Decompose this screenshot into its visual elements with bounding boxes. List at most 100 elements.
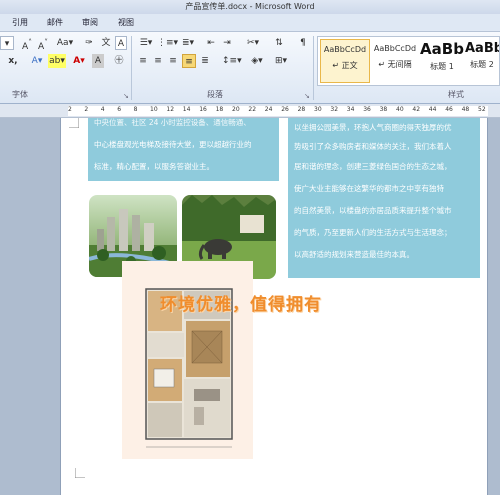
font-group-label: 字体 bbox=[12, 90, 28, 99]
slogan-text: 环境优雅，值得拥有 bbox=[160, 295, 322, 315]
text-line: 使广大业主能够在这繁华的都市之中享有独特 bbox=[294, 184, 444, 193]
ruler-number: 2 bbox=[68, 106, 72, 113]
decrease-indent-icon[interactable]: ⇤ bbox=[204, 36, 218, 50]
tab-references[interactable]: 引用 bbox=[12, 17, 28, 28]
ruler-number: 24 bbox=[264, 106, 273, 113]
tab-review[interactable]: 审阅 bbox=[82, 17, 98, 28]
ruler-number: 10 bbox=[150, 106, 158, 113]
text-line: 中心楼盘观光电梯及接待大堂，更以超越行业的 bbox=[94, 140, 252, 149]
styles-gallery: AaBbCcDd ↵ 正文 AaBbCcDd ↵ 无间隔 AaBb 标题 1 A… bbox=[317, 36, 500, 86]
borders-icon[interactable]: ⊞▾ bbox=[272, 54, 290, 68]
bullets-icon[interactable]: ☰▾ bbox=[137, 36, 155, 50]
tab-mailings[interactable]: 邮件 bbox=[47, 17, 63, 28]
font-size-dropdown[interactable]: ▾ bbox=[0, 36, 14, 50]
change-case-icon[interactable]: Aa▾ bbox=[56, 36, 74, 50]
style-preview: AaBb bbox=[420, 40, 464, 58]
style-name: ↵ 无间隔 bbox=[378, 60, 412, 69]
phonetic-guide-icon[interactable]: 文 bbox=[99, 36, 113, 50]
text-line: 标准，精心配置，以服务答谢业主。 bbox=[94, 162, 214, 171]
char-border-icon[interactable]: A bbox=[115, 36, 127, 50]
increase-indent-icon[interactable]: ⇥ bbox=[220, 36, 234, 50]
line-spacing-icon[interactable]: ↕≡▾ bbox=[222, 54, 242, 68]
style-name: ↵ 正文 bbox=[332, 61, 358, 70]
separator bbox=[313, 36, 314, 100]
ruler-number: 46 bbox=[445, 106, 453, 113]
ruler-number: 48 bbox=[461, 106, 470, 113]
watermark-sub: jingyan.baidu.com bbox=[390, 467, 455, 475]
sort-icon[interactable]: ⇅ bbox=[272, 36, 286, 50]
window-title: 产品宣传单.docx - Microsoft Word bbox=[0, 0, 500, 14]
font-dialog-launcher-icon[interactable]: ↘ bbox=[123, 92, 129, 100]
ribbon-tab-bar: 引用 邮件 审阅 视图 bbox=[0, 14, 500, 32]
ruler-number: 52 bbox=[478, 106, 486, 113]
ruler-number: 44 bbox=[428, 106, 437, 113]
ruler-number: 16 bbox=[199, 106, 207, 113]
right-textbox[interactable]: 以坐拥公园美景，环抱人气商圈的得天独厚的优 势吸引了众多购房者和媒体的关注，我们… bbox=[288, 118, 480, 278]
show-marks-icon[interactable]: ¶ bbox=[296, 36, 310, 50]
align-left-icon[interactable]: ≡ bbox=[137, 54, 149, 68]
margin-corner-icon bbox=[69, 118, 79, 128]
text-line: 以坐拥公园美景，环抱人气商圈的得天独厚的优 bbox=[294, 123, 452, 132]
ruler-number: 26 bbox=[281, 106, 289, 113]
chinese-layout-icon[interactable]: ✂▾ bbox=[244, 36, 262, 50]
text-line: 势吸引了众多购房者和媒体的关注，我们本着人 bbox=[294, 142, 452, 151]
document-page[interactable]: 中央位置、社区 24 小时监控设备、通信畅通、 中心楼盘观光电梯及接待大堂，更以… bbox=[60, 118, 488, 495]
ruler-number: 20 bbox=[232, 106, 240, 113]
left-textbox[interactable]: 中央位置、社区 24 小时监控设备、通信畅通、 中心楼盘观光电梯及接待大堂，更以… bbox=[88, 118, 279, 181]
style-heading-2[interactable]: AaBb 标题 2 bbox=[465, 39, 499, 83]
font-color-icon[interactable]: A▾ bbox=[72, 54, 86, 68]
align-center-icon[interactable]: ≡ bbox=[152, 54, 164, 68]
horizontal-ruler[interactable]: 2 2 4 6 8 10 12 14 16 18 20 22 24 26 28 30 32 34 36 38 40 42 4… bbox=[0, 104, 500, 118]
shrink-font-icon[interactable]: A˅ bbox=[36, 36, 50, 52]
margin-corner-icon bbox=[75, 468, 85, 478]
ruler-number: 18 bbox=[215, 106, 224, 113]
text-line: 的气质，乃至更新人们的生活方式与生活理念； bbox=[294, 228, 452, 237]
ruler-number: 40 bbox=[396, 106, 404, 113]
text-line: 中央位置、社区 24 小时监控设备、通信畅通、 bbox=[94, 118, 251, 127]
text-line: 的自然美景，以楼盘的亦居品质来提升整个城市 bbox=[294, 206, 452, 215]
style-preview: AaBbCcDd bbox=[373, 44, 417, 53]
document-canvas: 中央位置、社区 24 小时监控设备、通信畅通、 中心楼盘观光电梯及接待大堂，更以… bbox=[0, 118, 500, 495]
ruler-number: 8 bbox=[133, 106, 138, 113]
ruler-number: 38 bbox=[379, 106, 388, 113]
ribbon: ▾ A˄ A˅ Aa▾ ✑ 文 A x, A▾ ab▾ A▾ A ㊉ 字体 ↘ … bbox=[0, 32, 500, 104]
paragraph-group-label: 段落 bbox=[207, 90, 223, 99]
ruler-number: 34 bbox=[346, 106, 355, 113]
clear-format-icon[interactable]: ✑ bbox=[82, 36, 96, 50]
subscript-icon[interactable]: x, bbox=[6, 54, 20, 68]
style-preview: AaBb bbox=[465, 41, 499, 56]
distributed-icon[interactable]: ≣ bbox=[199, 54, 211, 68]
justify-icon[interactable]: ≡ bbox=[182, 54, 196, 68]
style-name: 标题 1 bbox=[430, 62, 454, 71]
shading-icon[interactable]: ◈▾ bbox=[248, 54, 266, 68]
numbering-icon[interactable]: ⋮≡▾ bbox=[157, 36, 178, 50]
ruler-number: 2 bbox=[84, 106, 89, 113]
highlight-icon[interactable]: ab▾ bbox=[48, 54, 66, 68]
ruler-number: 6 bbox=[117, 106, 122, 113]
ruler-number: 36 bbox=[363, 106, 371, 113]
char-shading-icon[interactable]: A bbox=[92, 54, 104, 68]
style-heading-1[interactable]: AaBb 标题 1 bbox=[419, 39, 465, 83]
ruler-number: 28 bbox=[297, 106, 306, 113]
multilevel-list-icon[interactable]: ≣▾ bbox=[179, 36, 197, 50]
ruler-number: 4 bbox=[100, 106, 105, 113]
ruler-number: 14 bbox=[182, 106, 191, 113]
ruler-number: 12 bbox=[166, 106, 175, 113]
tab-view[interactable]: 视图 bbox=[118, 17, 134, 28]
enclose-char-icon[interactable]: ㊉ bbox=[112, 54, 126, 68]
align-right-icon[interactable]: ≡ bbox=[167, 54, 179, 68]
style-preview: AaBbCcDd bbox=[323, 45, 367, 54]
paragraph-dialog-launcher-icon[interactable]: ↘ bbox=[304, 92, 310, 100]
style-normal[interactable]: AaBbCcDd ↵ 正文 bbox=[320, 39, 370, 83]
styles-group-label: 样式 bbox=[448, 90, 464, 99]
separator bbox=[131, 36, 132, 100]
watermark-text: Baidu经验 bbox=[390, 452, 458, 467]
ruler-number: 32 bbox=[330, 106, 339, 113]
style-no-spacing[interactable]: AaBbCcDd ↵ 无间隔 bbox=[371, 39, 419, 83]
grow-font-icon[interactable]: A˄ bbox=[20, 36, 34, 52]
text-effect-icon[interactable]: A▾ bbox=[30, 54, 44, 68]
ruler-number: 22 bbox=[248, 106, 257, 113]
ruler-track: 2 2 4 6 8 10 12 14 16 18 20 22 24 26 28 30 32 34 36 38 40 42 4… bbox=[68, 106, 488, 116]
text-line: 以高舒适的规划来营造最佳的本真。 bbox=[294, 250, 414, 259]
ruler-number: 30 bbox=[314, 106, 322, 113]
